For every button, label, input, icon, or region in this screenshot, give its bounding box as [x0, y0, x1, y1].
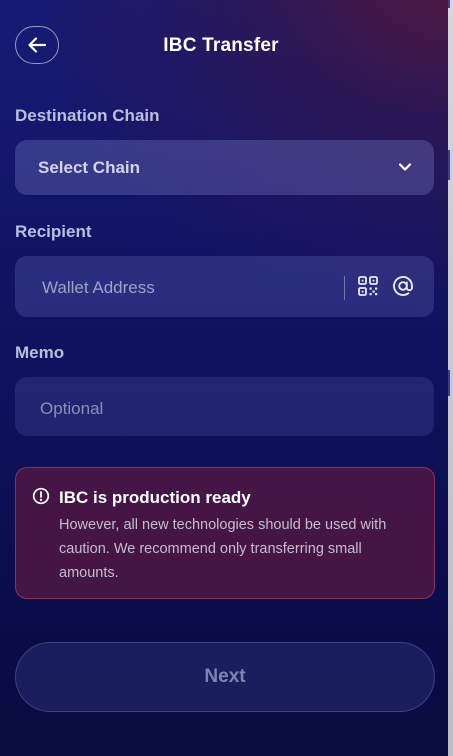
at-sign-icon[interactable] — [392, 275, 414, 302]
window-edge — [448, 0, 453, 756]
window-edge-mark — [448, 370, 450, 396]
warning-banner: IBC is production ready However, all new… — [15, 467, 435, 599]
memo-label: Memo — [15, 343, 65, 362]
recipient-input[interactable] — [40, 274, 344, 302]
destination-chain-value: Select Chain — [38, 157, 141, 177]
ibc-transfer-screen: IBC Transfer Destination Chain Select Ch… — [0, 0, 448, 756]
recipient-field — [15, 256, 434, 317]
recipient-label: Recipient — [15, 222, 92, 241]
memo-field — [15, 377, 434, 436]
warning-body: However, all new technologies should be … — [59, 517, 387, 581]
destination-chain-label: Destination Chain — [15, 106, 160, 125]
alert-circle-icon — [32, 487, 50, 510]
window-edge-mark — [448, 0, 450, 8]
warning-title: IBC is production ready — [59, 488, 251, 507]
destination-chain-select[interactable]: Select Chain — [15, 140, 434, 195]
page-title: IBC Transfer — [163, 35, 279, 56]
memo-input[interactable] — [38, 395, 412, 423]
window-edge-mark — [448, 150, 450, 180]
qr-code-icon[interactable] — [358, 276, 378, 301]
recipient-divider — [344, 276, 345, 300]
next-button[interactable]: Next — [15, 642, 435, 712]
chevron-down-icon — [398, 159, 412, 177]
